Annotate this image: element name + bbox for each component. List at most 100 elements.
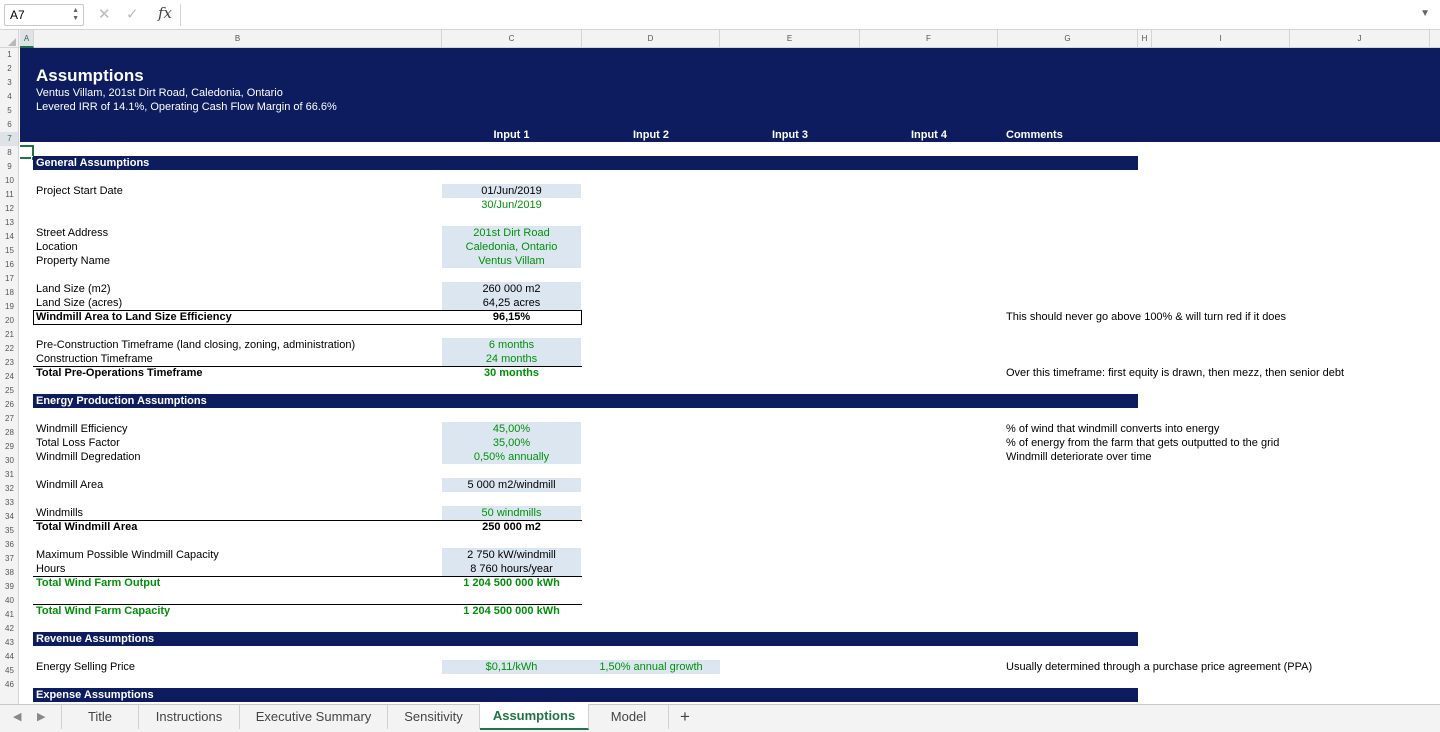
const-input[interactable]: 24 months [442,352,581,366]
project-start-input[interactable]: 01/Jun/2019 [442,184,581,198]
prev-sheet-icon[interactable]: ◀ [13,710,21,723]
row-header[interactable]: 40 [0,594,18,608]
row-header[interactable]: 42 [0,622,18,636]
sheet-tab-instructions[interactable]: Instructions [139,705,240,729]
column-header[interactable]: G [998,30,1138,48]
row-header[interactable]: 21 [0,328,18,342]
row-header[interactable]: 36 [0,538,18,552]
name-box-stepper-icon[interactable]: ▲ ▼ [72,7,79,23]
row-header[interactable]: 7 [0,132,18,146]
row-label: Land Size (acres) [36,297,123,309]
column-header[interactable]: I [1152,30,1290,48]
wm-area-input[interactable]: 5 000 m2/windmill [442,478,581,492]
row-header[interactable]: 41 [0,608,18,622]
price-input[interactable]: $0,11/kWh [442,660,581,674]
sheet-tab-executive-summary[interactable]: Executive Summary [240,705,388,729]
row-header[interactable]: 31 [0,468,18,482]
comment: % of energy from the farm that gets outp… [1006,437,1280,449]
windmills-input[interactable]: 50 windmills [442,506,581,520]
row-header[interactable]: 11 [0,188,18,202]
add-sheet-icon[interactable]: + [680,707,690,727]
row-header[interactable]: 39 [0,580,18,594]
row-header[interactable]: 5 [0,104,18,118]
row-header[interactable]: 22 [0,342,18,356]
row-header[interactable]: 32 [0,482,18,496]
insert-function-icon[interactable]: fx [158,4,172,22]
page-title: Assumptions [36,66,144,85]
column-header[interactable]: C [442,30,582,48]
row-header[interactable]: 28 [0,426,18,440]
select-all-corner[interactable] [0,30,19,48]
row-header[interactable]: 33 [0,496,18,510]
preconst-input[interactable]: 6 months [442,338,581,352]
row-header[interactable]: 6 [0,118,18,132]
chevron-down-icon[interactable]: ▼ [1420,8,1430,19]
column-header[interactable]: E [720,30,860,48]
row-header[interactable]: 16 [0,258,18,272]
row-header[interactable]: 43 [0,636,18,650]
sheet-tab-sensitivity[interactable]: Sensitivity [388,705,480,729]
column-header[interactable]: A [20,30,34,48]
row-header[interactable]: 26 [0,398,18,412]
row-header[interactable]: 25 [0,384,18,398]
row-header[interactable]: 27 [0,412,18,426]
name-box[interactable]: A7 ▲ ▼ [4,4,84,26]
max-cap-input[interactable]: 2 750 kW/windmill [442,548,581,562]
row-header[interactable]: 1 [0,48,18,62]
row-header[interactable]: 8 [0,146,18,160]
row-header[interactable]: 3 [0,76,18,90]
degr-input[interactable]: 0,50% annually [442,450,581,464]
wm-eff-input[interactable]: 45,00% [442,422,581,436]
row-header[interactable]: 17 [0,272,18,286]
land-acres-input[interactable]: 64,25 acres [442,296,581,310]
confirm-icon[interactable]: ✓ [126,5,139,23]
next-sheet-icon[interactable]: ▶ [37,710,45,723]
loss-input[interactable]: 35,00% [442,436,581,450]
row-header[interactable]: 20 [0,314,18,328]
row-header[interactable]: 29 [0,440,18,454]
row-header[interactable]: 15 [0,244,18,258]
total-capacity-value[interactable]: 1 204 500 000 kWh [442,604,581,618]
row-header[interactable]: 38 [0,566,18,580]
efficiency-value[interactable]: 96,15% [442,310,581,324]
formula-input[interactable] [186,6,1416,24]
price-growth-input[interactable]: 1,50% annual growth [582,660,720,674]
property-input[interactable]: Ventus Villam [442,254,581,268]
column-header[interactable]: D [582,30,720,48]
row-header[interactable]: 13 [0,216,18,230]
total-preops-value[interactable]: 30 months [442,366,581,380]
column-header[interactable]: J [1290,30,1430,48]
row-header[interactable]: 2 [0,62,18,76]
total-output-value[interactable]: 1 204 500 000 kWh [442,576,581,590]
row-header[interactable]: 37 [0,552,18,566]
column-header[interactable]: B [34,30,442,48]
column-header[interactable]: H [1138,30,1152,48]
sheet-tab-title[interactable]: Title [61,705,139,729]
row-header[interactable]: 9 [0,160,18,174]
row-header[interactable]: 44 [0,650,18,664]
row-header[interactable]: 14 [0,230,18,244]
row-header[interactable]: 18 [0,286,18,300]
sheet-tab-model[interactable]: Model [589,705,669,729]
row-header[interactable]: 46 [0,678,18,692]
row-header[interactable]: 23 [0,356,18,370]
street-input[interactable]: 201st Dirt Road [442,226,581,240]
cancel-icon[interactable]: ✕ [98,5,111,23]
row-header[interactable]: 12 [0,202,18,216]
row-header[interactable]: 10 [0,174,18,188]
row-header[interactable]: 19 [0,300,18,314]
row-header[interactable]: 34 [0,510,18,524]
row-header[interactable]: 35 [0,524,18,538]
location-input[interactable]: Caledonia, Ontario [442,240,581,254]
row-header[interactable]: 24 [0,370,18,384]
hours-input[interactable]: 8 760 hours/year [442,562,581,576]
row-header[interactable]: 4 [0,90,18,104]
sheet-tab-bar: ◀ ▶ Title Instructions Executive Summary… [0,704,1440,732]
sheet-tab-assumptions[interactable]: Assumptions [480,704,589,730]
row-header[interactable]: 30 [0,454,18,468]
land-m2-input[interactable]: 260 000 m2 [442,282,581,296]
worksheet-grid[interactable]: Assumptions Ventus Villam, 201st Dirt Ro… [20,48,1440,704]
row-header[interactable]: 45 [0,664,18,678]
total-wm-area-value[interactable]: 250 000 m2 [442,520,581,534]
column-header[interactable]: F [860,30,998,48]
